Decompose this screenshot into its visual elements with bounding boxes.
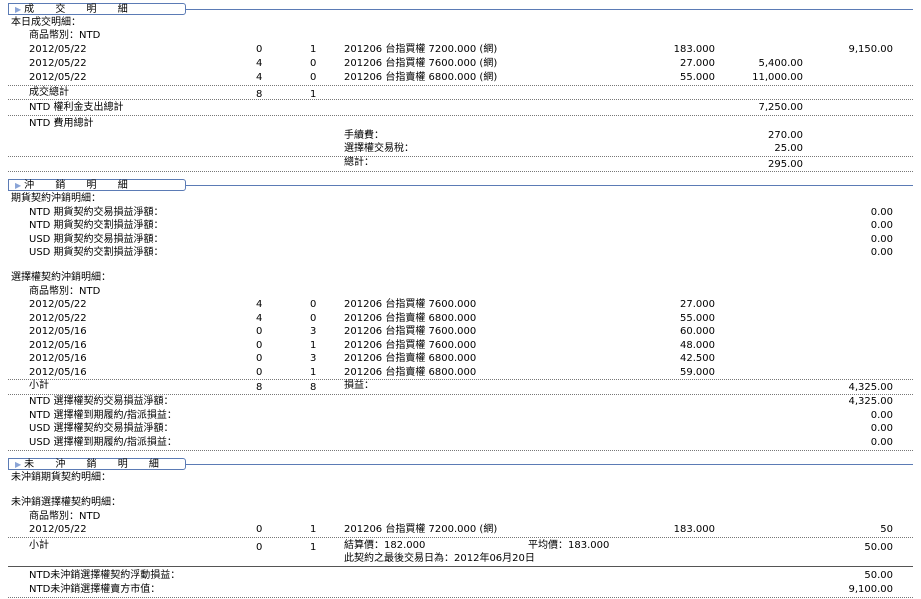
- last-trade-date: 此契約之最後交易日為：2012年06月20日: [344, 553, 535, 564]
- float-pl-label: NTD未沖銷選擇權契約浮動損益：: [29, 570, 181, 581]
- market-value-label: NTD未沖銷選擇權賣方市值：: [29, 584, 161, 595]
- offset-subtotal-label: 小計: [29, 380, 49, 391]
- open-futures-title: 未沖銷期貨契約明細：: [11, 472, 111, 483]
- float-pl-value: 50.00: [864, 570, 893, 581]
- market-value: 9,100.00: [848, 584, 893, 595]
- section-title: 成 交 明 細: [24, 4, 137, 15]
- trades-currency: 商品幣別：NTD: [29, 30, 101, 41]
- offset-currency: 商品幣別：NTD: [29, 286, 101, 297]
- section-header-offset[interactable]: ▶ 沖 銷 明 細: [8, 179, 186, 191]
- expand-arrow-icon: ▶: [15, 181, 22, 190]
- divider: [8, 85, 913, 86]
- average-price: 平均價：183.000: [528, 540, 610, 551]
- trades-total-label: 成交總計: [29, 87, 69, 98]
- divider: [8, 537, 913, 538]
- section-title: 沖 銷 明 細: [24, 180, 137, 191]
- settle-price: 結算價：182.000: [344, 540, 426, 551]
- divider: [8, 450, 913, 451]
- divider: [8, 171, 913, 172]
- tax-label: 選擇權交易稅：: [344, 143, 414, 154]
- open-subtotal-label: 小計: [29, 540, 49, 551]
- open-currency: 商品幣別：NTD: [29, 511, 101, 522]
- divider: [8, 379, 913, 380]
- divider: [186, 9, 913, 10]
- section-header-open[interactable]: ▶ 未 沖 銷 明 細: [8, 458, 186, 470]
- tax-value: 25.00: [774, 143, 803, 154]
- commission-value: 270.00: [768, 130, 803, 141]
- expand-arrow-icon: ▶: [15, 460, 22, 469]
- divider: [186, 185, 913, 186]
- open-subtotal-b: 1: [310, 542, 317, 553]
- open-options-title: 未沖銷選擇權契約明細：: [11, 497, 121, 508]
- options-offset-title: 選擇權契約沖銷明細：: [11, 272, 111, 283]
- expand-arrow-icon: ▶: [15, 5, 22, 14]
- open-subtotal-a: 0: [256, 542, 263, 553]
- offset-subtotal-a: 8: [256, 382, 263, 393]
- divider: [8, 566, 913, 567]
- offset-subtotal-b: 8: [310, 382, 317, 393]
- premium-label: NTD 權利金支出總計: [29, 102, 124, 113]
- pl-value: 4,325.00: [848, 382, 893, 393]
- futures-offset-title: 期貨契約沖銷明細：: [11, 193, 101, 204]
- open-subtotal-value: 50.00: [864, 542, 893, 553]
- section-title: 未 沖 銷 明 細: [24, 459, 168, 470]
- divider: [8, 156, 913, 157]
- divider: [186, 464, 913, 465]
- divider: [8, 99, 913, 100]
- sum-value: 295.00: [768, 159, 803, 170]
- divider: [8, 394, 913, 395]
- premium-value: 7,250.00: [758, 102, 803, 113]
- sum-label: 總計：: [344, 157, 374, 168]
- pl-label: 損益：: [344, 380, 374, 391]
- trades-title: 本日成交明細：: [11, 17, 81, 28]
- fee-label: NTD 費用總計: [29, 118, 94, 129]
- divider: [8, 115, 913, 116]
- section-header-trades[interactable]: ▶ 成 交 明 細: [8, 3, 186, 15]
- commission-label: 手續費：: [344, 130, 384, 141]
- divider: [8, 597, 913, 598]
